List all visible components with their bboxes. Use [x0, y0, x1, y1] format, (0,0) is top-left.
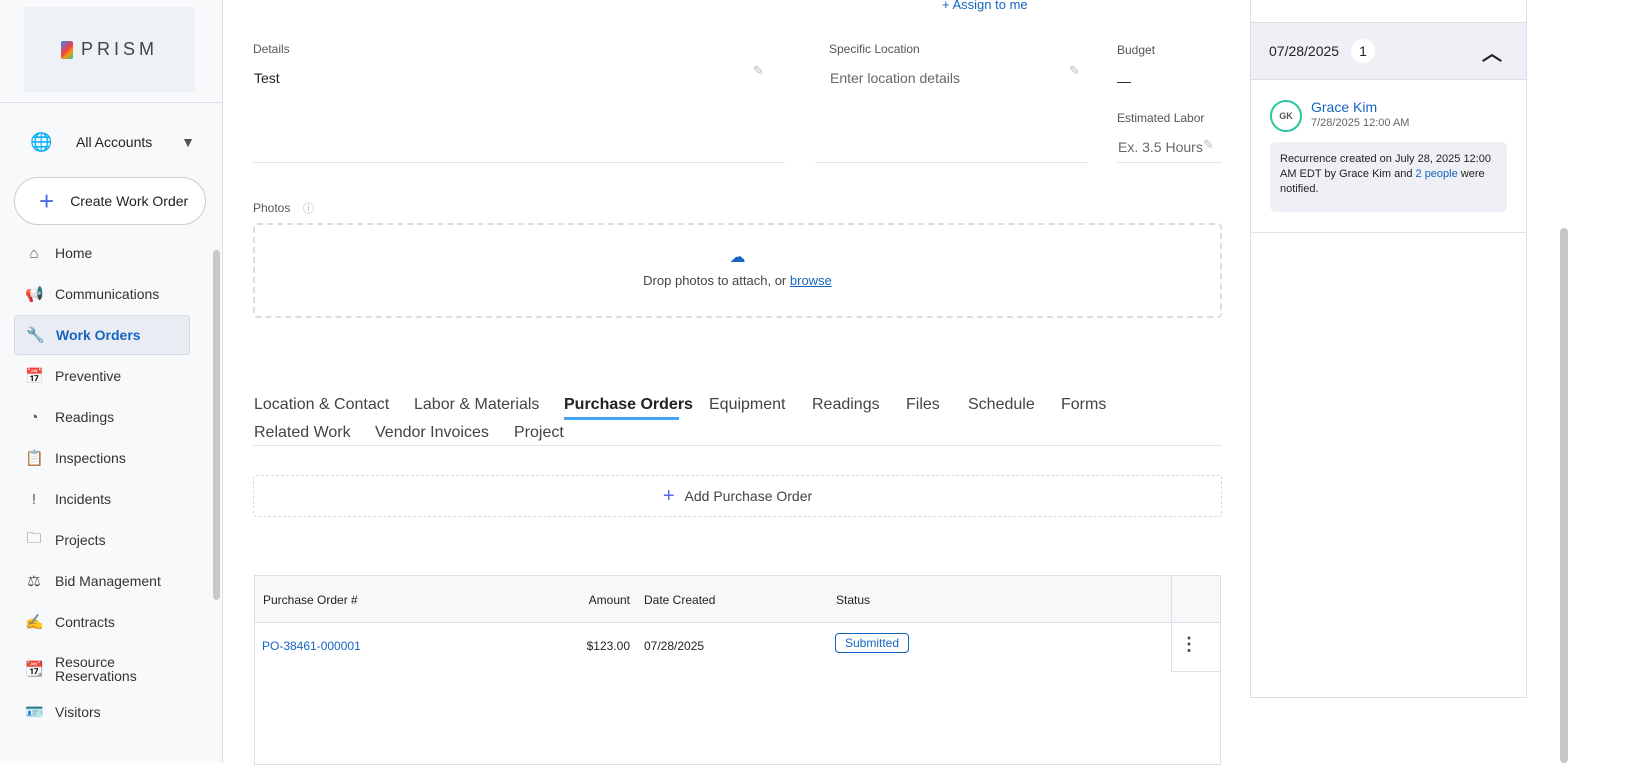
work-orders-icon: 🔧	[26, 327, 45, 344]
sidebar-item-readings[interactable]: ◔ Readings	[14, 397, 190, 437]
bid-management-icon: ⚖	[27, 573, 41, 590]
tab-equipment[interactable]: Equipment	[709, 396, 786, 414]
resource-reservations-icon: 📆	[25, 661, 44, 678]
sidebar-item-home[interactable]: ⌂ Home	[14, 233, 190, 273]
upload-cloud-icon: ☁	[729, 249, 746, 266]
tab-labor-materials[interactable]: Labor & Materials	[414, 396, 539, 414]
details-field[interactable]: Test	[254, 70, 280, 86]
sidebar-item-communications[interactable]: 📢 Communications	[14, 274, 190, 314]
communications-icon: 📢	[25, 286, 44, 303]
tab-schedule[interactable]: Schedule	[968, 396, 1035, 414]
photos-label: Photos	[253, 201, 291, 215]
visitors-icon: 🪪	[25, 704, 44, 721]
sidebar-item-contracts[interactable]: ✍ Contracts	[14, 602, 190, 642]
sidebar-item-bid-management[interactable]: ⚖ Bid Management	[14, 561, 190, 601]
globe-icon: 🌐	[30, 131, 53, 152]
activity-note: Recurrence created on July 28, 2025 12:0…	[1270, 142, 1507, 212]
edit-icon[interactable]: ✎	[1203, 137, 1214, 153]
budget-label: Budget	[1117, 43, 1156, 57]
active-tab-indicator	[564, 417, 679, 420]
home-icon: ⌂	[29, 244, 39, 262]
sidebar-item-incidents[interactable]: ! Incidents	[14, 479, 190, 519]
purchase-orders-table: Purchase Order # Amount Date Created Sta…	[254, 575, 1221, 765]
po-link[interactable]: PO-38461-000001	[262, 639, 361, 653]
labor-field[interactable]: Ex. 3.5 Hours	[1118, 139, 1203, 155]
photo-dropzone[interactable]: ☁ Drop photos to attach, or browse	[253, 223, 1222, 318]
assign-to-me-link[interactable]: + Assign to me	[942, 0, 1028, 12]
chevron-down-icon: ▼	[181, 134, 195, 150]
add-purchase-order-button[interactable]: + Add Purchase Order	[253, 475, 1222, 517]
incidents-icon: !	[31, 490, 37, 508]
projects-icon: 🗀	[26, 529, 42, 547]
activity-date-group[interactable]: 07/28/2025 1 ︿	[1251, 22, 1526, 80]
user-link[interactable]: Grace Kim	[1311, 99, 1377, 115]
tab-purchase-orders[interactable]: Purchase Orders	[564, 396, 693, 414]
location-field[interactable]: Enter location details	[830, 70, 960, 86]
sidebar-item-preventive[interactable]: 📅 Preventive	[14, 356, 190, 396]
table-header: Purchase Order # Amount Date Created Sta…	[255, 576, 1220, 672]
sidebar-item-projects[interactable]: 🗀 Projects	[14, 520, 190, 560]
avatar: GK	[1270, 100, 1302, 132]
tab-files[interactable]: Files	[906, 396, 940, 414]
chevron-up-icon[interactable]: ︿	[1482, 37, 1502, 66]
activity-panel: 07/28/2025 1 ︿ GK Grace Kim 7/28/2025 12…	[1250, 0, 1527, 698]
inspections-icon: 📋	[25, 450, 44, 467]
prism-logo-icon	[60, 40, 73, 59]
divider	[0, 102, 223, 103]
sidebar-item-visitors[interactable]: 🪪 Visitors	[14, 692, 190, 732]
tab-related-work[interactable]: Related Work	[254, 424, 351, 442]
status-badge: Submitted	[835, 633, 910, 653]
sidebar-item-resource-reservations[interactable]: 📆 Resource Reservations	[14, 647, 190, 691]
location-label: Specific Location	[829, 42, 920, 56]
page-scrollbar[interactable]	[1560, 228, 1568, 763]
people-link[interactable]: 2 people	[1416, 168, 1458, 180]
prism-logo[interactable]: PRISM	[24, 7, 195, 92]
count-badge: 1	[1351, 39, 1376, 63]
plus-icon: +	[662, 484, 675, 507]
labor-label: Estimated Labor	[1117, 111, 1205, 125]
readings-icon: ◔	[29, 408, 39, 426]
create-work-order-button[interactable]: + Create Work Order	[14, 177, 206, 225]
preventive-icon: 📅	[25, 368, 44, 385]
info-icon[interactable]: ⓘ	[303, 200, 314, 216]
details-label: Details	[253, 42, 290, 56]
timestamp: 7/28/2025 12:00 AM	[1311, 117, 1410, 129]
tab-forms[interactable]: Forms	[1061, 396, 1106, 414]
sidebar-scrollbar[interactable]	[213, 250, 220, 600]
budget-value[interactable]: —	[1117, 73, 1131, 89]
account-selector[interactable]: 🌐 All Accounts ▼	[30, 130, 195, 154]
sidebar: PRISM 🌐 All Accounts ▼ + Create Work Orde…	[0, 0, 223, 763]
tab-project[interactable]: Project	[514, 424, 564, 442]
tab-location-contact[interactable]: Location & Contact	[254, 396, 389, 414]
edit-icon[interactable]: ✎	[753, 63, 764, 79]
contracts-icon: ✍	[25, 614, 44, 631]
edit-icon[interactable]: ✎	[1069, 63, 1080, 79]
sidebar-item-work-orders[interactable]: 🔧 Work Orders	[14, 315, 190, 355]
tab-vendor-invoices[interactable]: Vendor Invoices	[375, 424, 489, 442]
more-options-icon[interactable]: ⋮	[1180, 634, 1198, 655]
browse-link[interactable]: browse	[790, 273, 832, 288]
plus-icon: +	[39, 185, 55, 216]
sidebar-item-inspections[interactable]: 📋 Inspections	[14, 438, 190, 478]
tab-readings[interactable]: Readings	[812, 396, 880, 414]
